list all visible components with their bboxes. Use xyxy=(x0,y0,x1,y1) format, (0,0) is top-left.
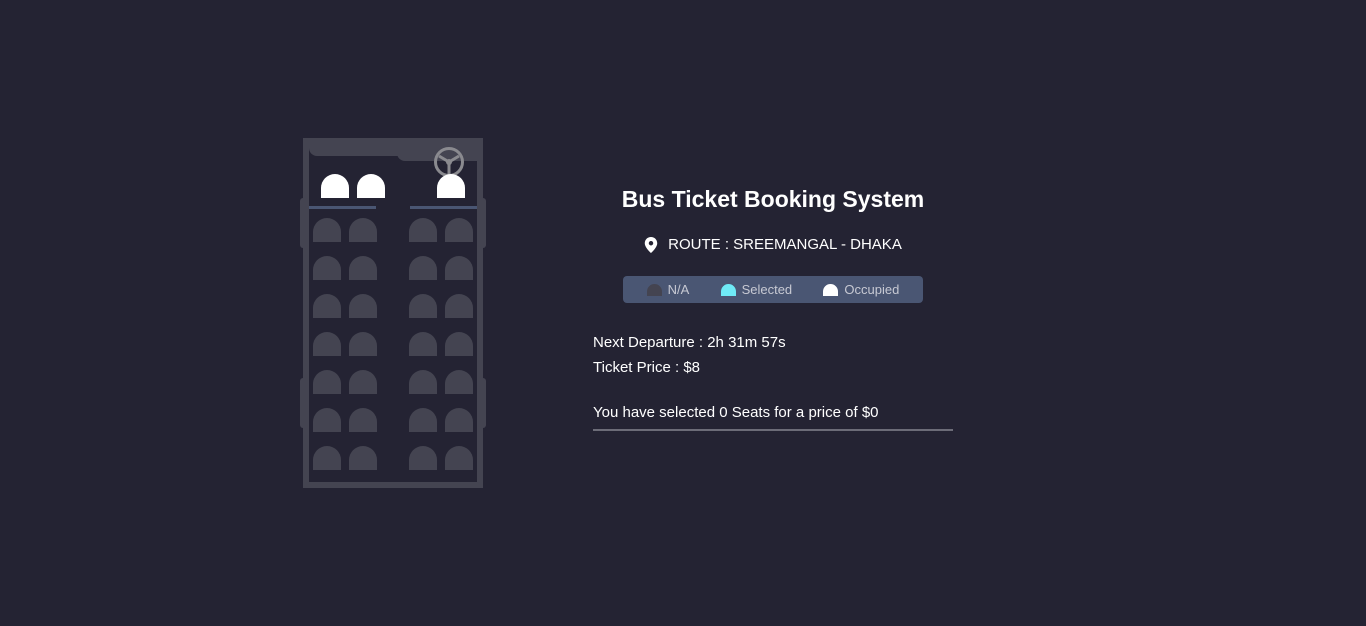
route-line: ROUTE : SREEMANGAL - DHAKA xyxy=(573,236,973,253)
legend-label: Selected xyxy=(741,282,793,297)
seat[interactable] xyxy=(409,446,437,470)
seat[interactable] xyxy=(349,370,377,394)
location-pin-icon xyxy=(644,236,658,253)
total-price: $0 xyxy=(861,404,879,421)
seat[interactable] xyxy=(349,294,377,318)
seat[interactable] xyxy=(445,294,473,318)
seat[interactable] xyxy=(409,294,437,318)
legend-selected: Selected xyxy=(720,282,793,297)
seat-legend: N/A Selected Occupied xyxy=(623,276,923,303)
seat[interactable] xyxy=(445,408,473,432)
departure-line: Next Departure : 2h 31m 57s xyxy=(593,330,786,355)
bus-side-handle xyxy=(300,378,308,428)
seat[interactable] xyxy=(445,256,473,280)
seat[interactable] xyxy=(409,332,437,356)
front-seat xyxy=(357,174,385,198)
seat[interactable] xyxy=(409,370,437,394)
legend-occupied: Occupied xyxy=(823,282,899,297)
front-divider-right xyxy=(410,206,477,209)
seat[interactable] xyxy=(409,218,437,242)
seat-selected-icon xyxy=(720,283,736,296)
seat[interactable] xyxy=(349,256,377,280)
legend-label: N/A xyxy=(667,282,690,297)
seat[interactable] xyxy=(313,218,341,242)
selection-summary: You have selected 0 Seats for a price of… xyxy=(593,404,953,431)
page-title: Bus Ticket Booking System xyxy=(621,186,925,212)
price-line: Ticket Price : $8 xyxy=(593,355,786,380)
seat[interactable] xyxy=(313,446,341,470)
seat[interactable] xyxy=(349,218,377,242)
seat-occupied-icon xyxy=(823,283,839,296)
seat[interactable] xyxy=(313,408,341,432)
seat[interactable] xyxy=(445,370,473,394)
seat[interactable] xyxy=(313,370,341,394)
route-text: ROUTE : SREEMANGAL - DHAKA xyxy=(668,236,902,253)
departure-label: Next Departure : xyxy=(593,334,704,351)
summary-middle: Seats for a price of xyxy=(731,404,858,421)
seat[interactable] xyxy=(349,408,377,432)
seat[interactable] xyxy=(445,332,473,356)
driver-seat xyxy=(437,174,465,198)
seat[interactable] xyxy=(313,256,341,280)
seat-na-icon xyxy=(646,283,662,296)
seat[interactable] xyxy=(349,332,377,356)
departure-countdown: 2h 31m 57s xyxy=(707,334,786,351)
front-divider-left xyxy=(309,206,376,209)
legend-label: Occupied xyxy=(844,282,900,297)
booking-page: Bus Ticket Booking System ROUTE : SREEMA… xyxy=(0,0,1366,626)
bus-side-handle xyxy=(478,198,486,248)
price-label: Ticket Price : xyxy=(593,359,680,376)
bus-side-handle xyxy=(478,378,486,428)
seat[interactable] xyxy=(445,218,473,242)
trip-info: Next Departure : 2h 31m 57s Ticket Price… xyxy=(593,330,786,380)
bus-side-handle xyxy=(300,198,308,248)
seat[interactable] xyxy=(445,446,473,470)
seat[interactable] xyxy=(409,408,437,432)
seat[interactable] xyxy=(349,446,377,470)
summary-prefix: You have selected xyxy=(593,404,716,421)
bus-layout xyxy=(303,138,483,488)
seat[interactable] xyxy=(409,256,437,280)
ticket-price: $8 xyxy=(683,359,700,376)
front-seat xyxy=(321,174,349,198)
legend-na: N/A xyxy=(646,282,690,297)
seat[interactable] xyxy=(313,332,341,356)
selected-count: 0 xyxy=(719,404,728,421)
seat[interactable] xyxy=(313,294,341,318)
